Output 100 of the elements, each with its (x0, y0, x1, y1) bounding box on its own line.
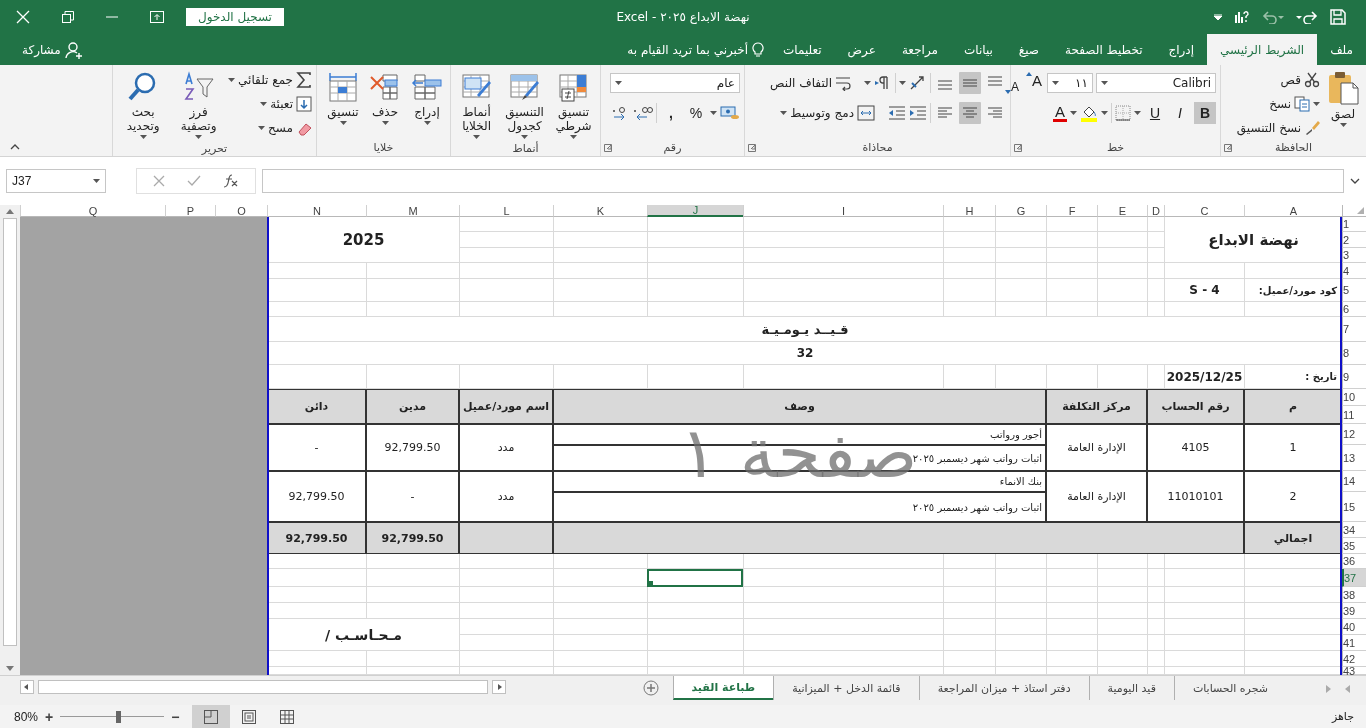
ribbon-tab[interactable]: عرض (834, 34, 889, 65)
cancel-icon[interactable] (153, 175, 165, 187)
sheet-cell[interactable] (743, 232, 943, 248)
sheet-cell[interactable] (743, 569, 943, 587)
sheet-cell[interactable] (943, 667, 995, 675)
column-header[interactable]: Q (20, 205, 165, 217)
cut-button[interactable]: قص (1236, 69, 1320, 91)
find-select-button[interactable]: بحث وتحديد (117, 69, 170, 141)
sheet-cell[interactable] (743, 302, 943, 317)
sheet-cell[interactable] (995, 667, 1046, 675)
merge-center-button[interactable]: دمج وتوسيط (780, 102, 875, 124)
sheet-cell[interactable] (647, 365, 743, 389)
function-icon[interactable] (223, 174, 239, 188)
row-header[interactable]: 7 (1342, 317, 1366, 342)
align-middle-icon[interactable] (959, 72, 981, 94)
horizontal-scrollbar[interactable] (38, 680, 488, 694)
sheet-cell[interactable] (943, 302, 995, 317)
row-header[interactable]: 1 (1342, 217, 1366, 232)
align-center-icon[interactable] (959, 102, 981, 124)
view-button[interactable] (192, 705, 231, 728)
sheet-cell[interactable] (943, 365, 995, 389)
select-all-icon[interactable] (1357, 207, 1364, 214)
sheet-cell[interactable] (995, 554, 1046, 569)
font-name-field[interactable]: Calibri (1096, 73, 1216, 93)
sheet-cell[interactable] (743, 603, 943, 619)
column-header[interactable]: H (943, 205, 995, 217)
sheet-cell[interactable] (647, 554, 743, 569)
sheet-cell[interactable] (1097, 279, 1147, 302)
cells-button[interactable]: تنسيق (324, 69, 362, 127)
sheet-cell[interactable] (553, 263, 647, 279)
sheet-cell[interactable] (943, 651, 995, 667)
sheet-cell[interactable] (743, 279, 943, 302)
row-header[interactable]: 13 (1342, 445, 1366, 471)
sheet-cell[interactable] (459, 217, 553, 232)
sheet-cell[interactable] (943, 554, 995, 569)
sheet-cell[interactable] (995, 651, 1046, 667)
sheet-cell[interactable] (553, 587, 647, 603)
sheet-cell[interactable] (647, 667, 743, 675)
dialog-launcher-icon[interactable] (748, 143, 756, 152)
sheet-cell[interactable] (1147, 603, 1164, 619)
increase-decimal-icon[interactable] (633, 105, 653, 121)
sheet-cell[interactable] (1244, 667, 1342, 675)
sheet-cell[interactable] (553, 635, 647, 651)
sheet-cell[interactable] (1244, 587, 1342, 603)
sheet-tab[interactable]: طباعة القيد (672, 676, 774, 700)
fill-button[interactable]: تعبئة (228, 93, 312, 115)
sheet-cell[interactable] (943, 587, 995, 603)
ribbon-options-icon[interactable] (150, 11, 164, 23)
sheet-cell[interactable] (1244, 302, 1342, 317)
sheet-cell[interactable] (1147, 554, 1164, 569)
sheet-cell[interactable] (943, 217, 995, 232)
sheet-cell[interactable] (1147, 279, 1164, 302)
sheet-cell[interactable] (366, 569, 459, 587)
column-header[interactable]: L (459, 205, 553, 217)
copy-button[interactable]: نسخ (1236, 93, 1320, 115)
save-icon[interactable] (1330, 9, 1346, 25)
enter-icon[interactable] (187, 175, 201, 187)
sheet-cell[interactable] (943, 635, 995, 651)
row-header[interactable]: 42 (1342, 651, 1366, 667)
sheet-cell[interactable] (459, 651, 553, 667)
sheet-cell[interactable] (995, 217, 1046, 232)
sheet-cell[interactable] (995, 619, 1046, 635)
row-header[interactable]: 37 (1342, 569, 1366, 587)
ribbon-tab[interactable]: إدراج (1155, 34, 1208, 65)
sheet-cell[interactable] (366, 263, 459, 279)
sheet-cell[interactable] (743, 248, 943, 263)
column-header[interactable]: F (1046, 205, 1097, 217)
sheet-cell[interactable] (1046, 302, 1097, 317)
sheet-cell[interactable] (1164, 554, 1244, 569)
decrease-indent-icon[interactable] (888, 105, 906, 121)
sheet-cell[interactable] (995, 248, 1046, 263)
sheet-cell[interactable] (943, 279, 995, 302)
sheet-cell[interactable] (1244, 651, 1342, 667)
row-header[interactable]: 5 (1342, 279, 1366, 302)
font-color-button[interactable]: A (1053, 102, 1067, 124)
dialog-launcher-icon[interactable] (604, 143, 612, 152)
sheet-cell[interactable] (1046, 217, 1097, 232)
clear-button[interactable]: مسح (228, 117, 312, 139)
next-sheet-icon[interactable] (1345, 685, 1350, 693)
sheet-cell[interactable] (1046, 365, 1097, 389)
sheet-cell[interactable] (647, 619, 743, 635)
sheet-cell[interactable] (647, 263, 743, 279)
sheet-cell[interactable] (995, 232, 1046, 248)
sheet-cell[interactable] (1147, 667, 1164, 675)
column-header[interactable]: I (743, 205, 943, 217)
ribbon-tab[interactable]: بيانات (950, 34, 1006, 65)
sheet-cell[interactable] (1147, 263, 1164, 279)
sheet-cell[interactable] (1147, 619, 1164, 635)
row-header[interactable]: 34 (1342, 522, 1366, 538)
sheet-cell[interactable] (459, 248, 553, 263)
sheet-cell[interactable] (1046, 619, 1097, 635)
row-header[interactable]: 2 (1342, 232, 1366, 248)
previous-sheet-icon[interactable] (1326, 685, 1331, 693)
autosum-button[interactable]: جمع تلقائي (228, 69, 312, 91)
tell-me-field[interactable]: أخبرني بما تريد القيام به (627, 34, 764, 65)
sheet-cell[interactable] (1147, 635, 1164, 651)
sheet-cell[interactable] (1097, 569, 1147, 587)
sheet-cell[interactable] (553, 554, 647, 569)
sheet-cell[interactable] (743, 365, 943, 389)
sheet-cell[interactable] (1097, 263, 1147, 279)
